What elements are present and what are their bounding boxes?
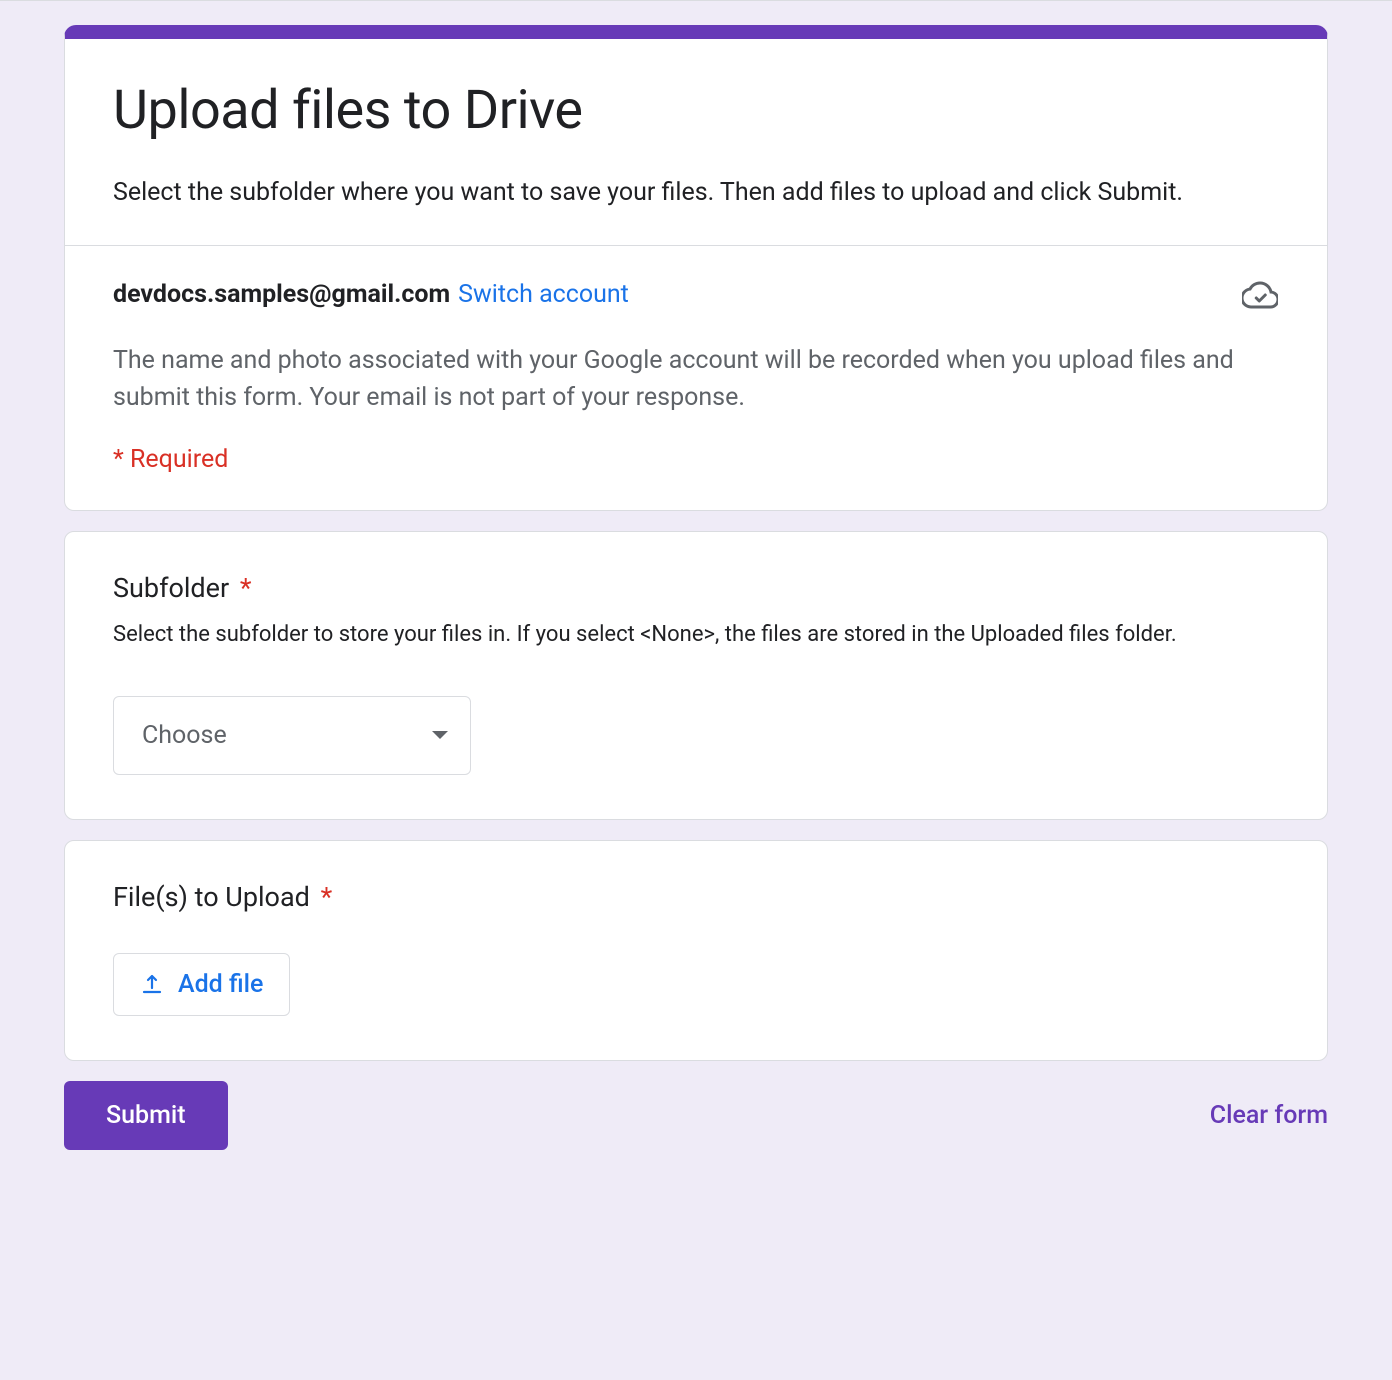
add-file-label: Add file (178, 970, 263, 999)
switch-account-link[interactable]: Switch account (458, 280, 629, 309)
form-header-card: Upload files to Drive Select the subfold… (64, 25, 1328, 511)
subfolder-label-text: Subfolder (113, 572, 229, 604)
header-bottom-section: devdocs.samples@gmail.com Switch account… (65, 246, 1327, 510)
subfolder-dropdown[interactable]: Choose (113, 696, 471, 775)
header-top-section: Upload files to Drive Select the subfold… (65, 39, 1327, 245)
form-description: Select the subfolder where you want to s… (113, 175, 1279, 211)
question-subfolder-label: Subfolder * (113, 572, 1279, 604)
dropdown-placeholder: Choose (142, 721, 227, 750)
files-label-text: File(s) to Upload (113, 881, 310, 913)
question-files-label: File(s) to Upload * (113, 881, 1279, 913)
chevron-down-icon (432, 731, 448, 739)
required-indicator: * Required (113, 445, 1279, 474)
account-info: devdocs.samples@gmail.com Switch account (113, 280, 629, 309)
required-asterisk: * (240, 572, 252, 604)
cloud-done-icon (1241, 276, 1279, 314)
clear-form-link[interactable]: Clear form (1210, 1101, 1328, 1130)
question-subfolder-helper: Select the subfolder to store your files… (113, 618, 1279, 652)
form-footer: Submit Clear form (64, 1081, 1328, 1150)
add-file-button[interactable]: Add file (113, 953, 290, 1016)
question-subfolder-card: Subfolder * Select the subfolder to stor… (64, 531, 1328, 820)
account-email: devdocs.samples@gmail.com (113, 280, 450, 309)
required-asterisk: * (321, 881, 333, 913)
record-notice: The name and photo associated with your … (113, 342, 1279, 417)
account-row: devdocs.samples@gmail.com Switch account (113, 276, 1279, 314)
form-title: Upload files to Drive (113, 77, 1279, 145)
upload-icon (140, 972, 164, 996)
question-files-card: File(s) to Upload * Add file (64, 840, 1328, 1061)
submit-button[interactable]: Submit (64, 1081, 228, 1150)
